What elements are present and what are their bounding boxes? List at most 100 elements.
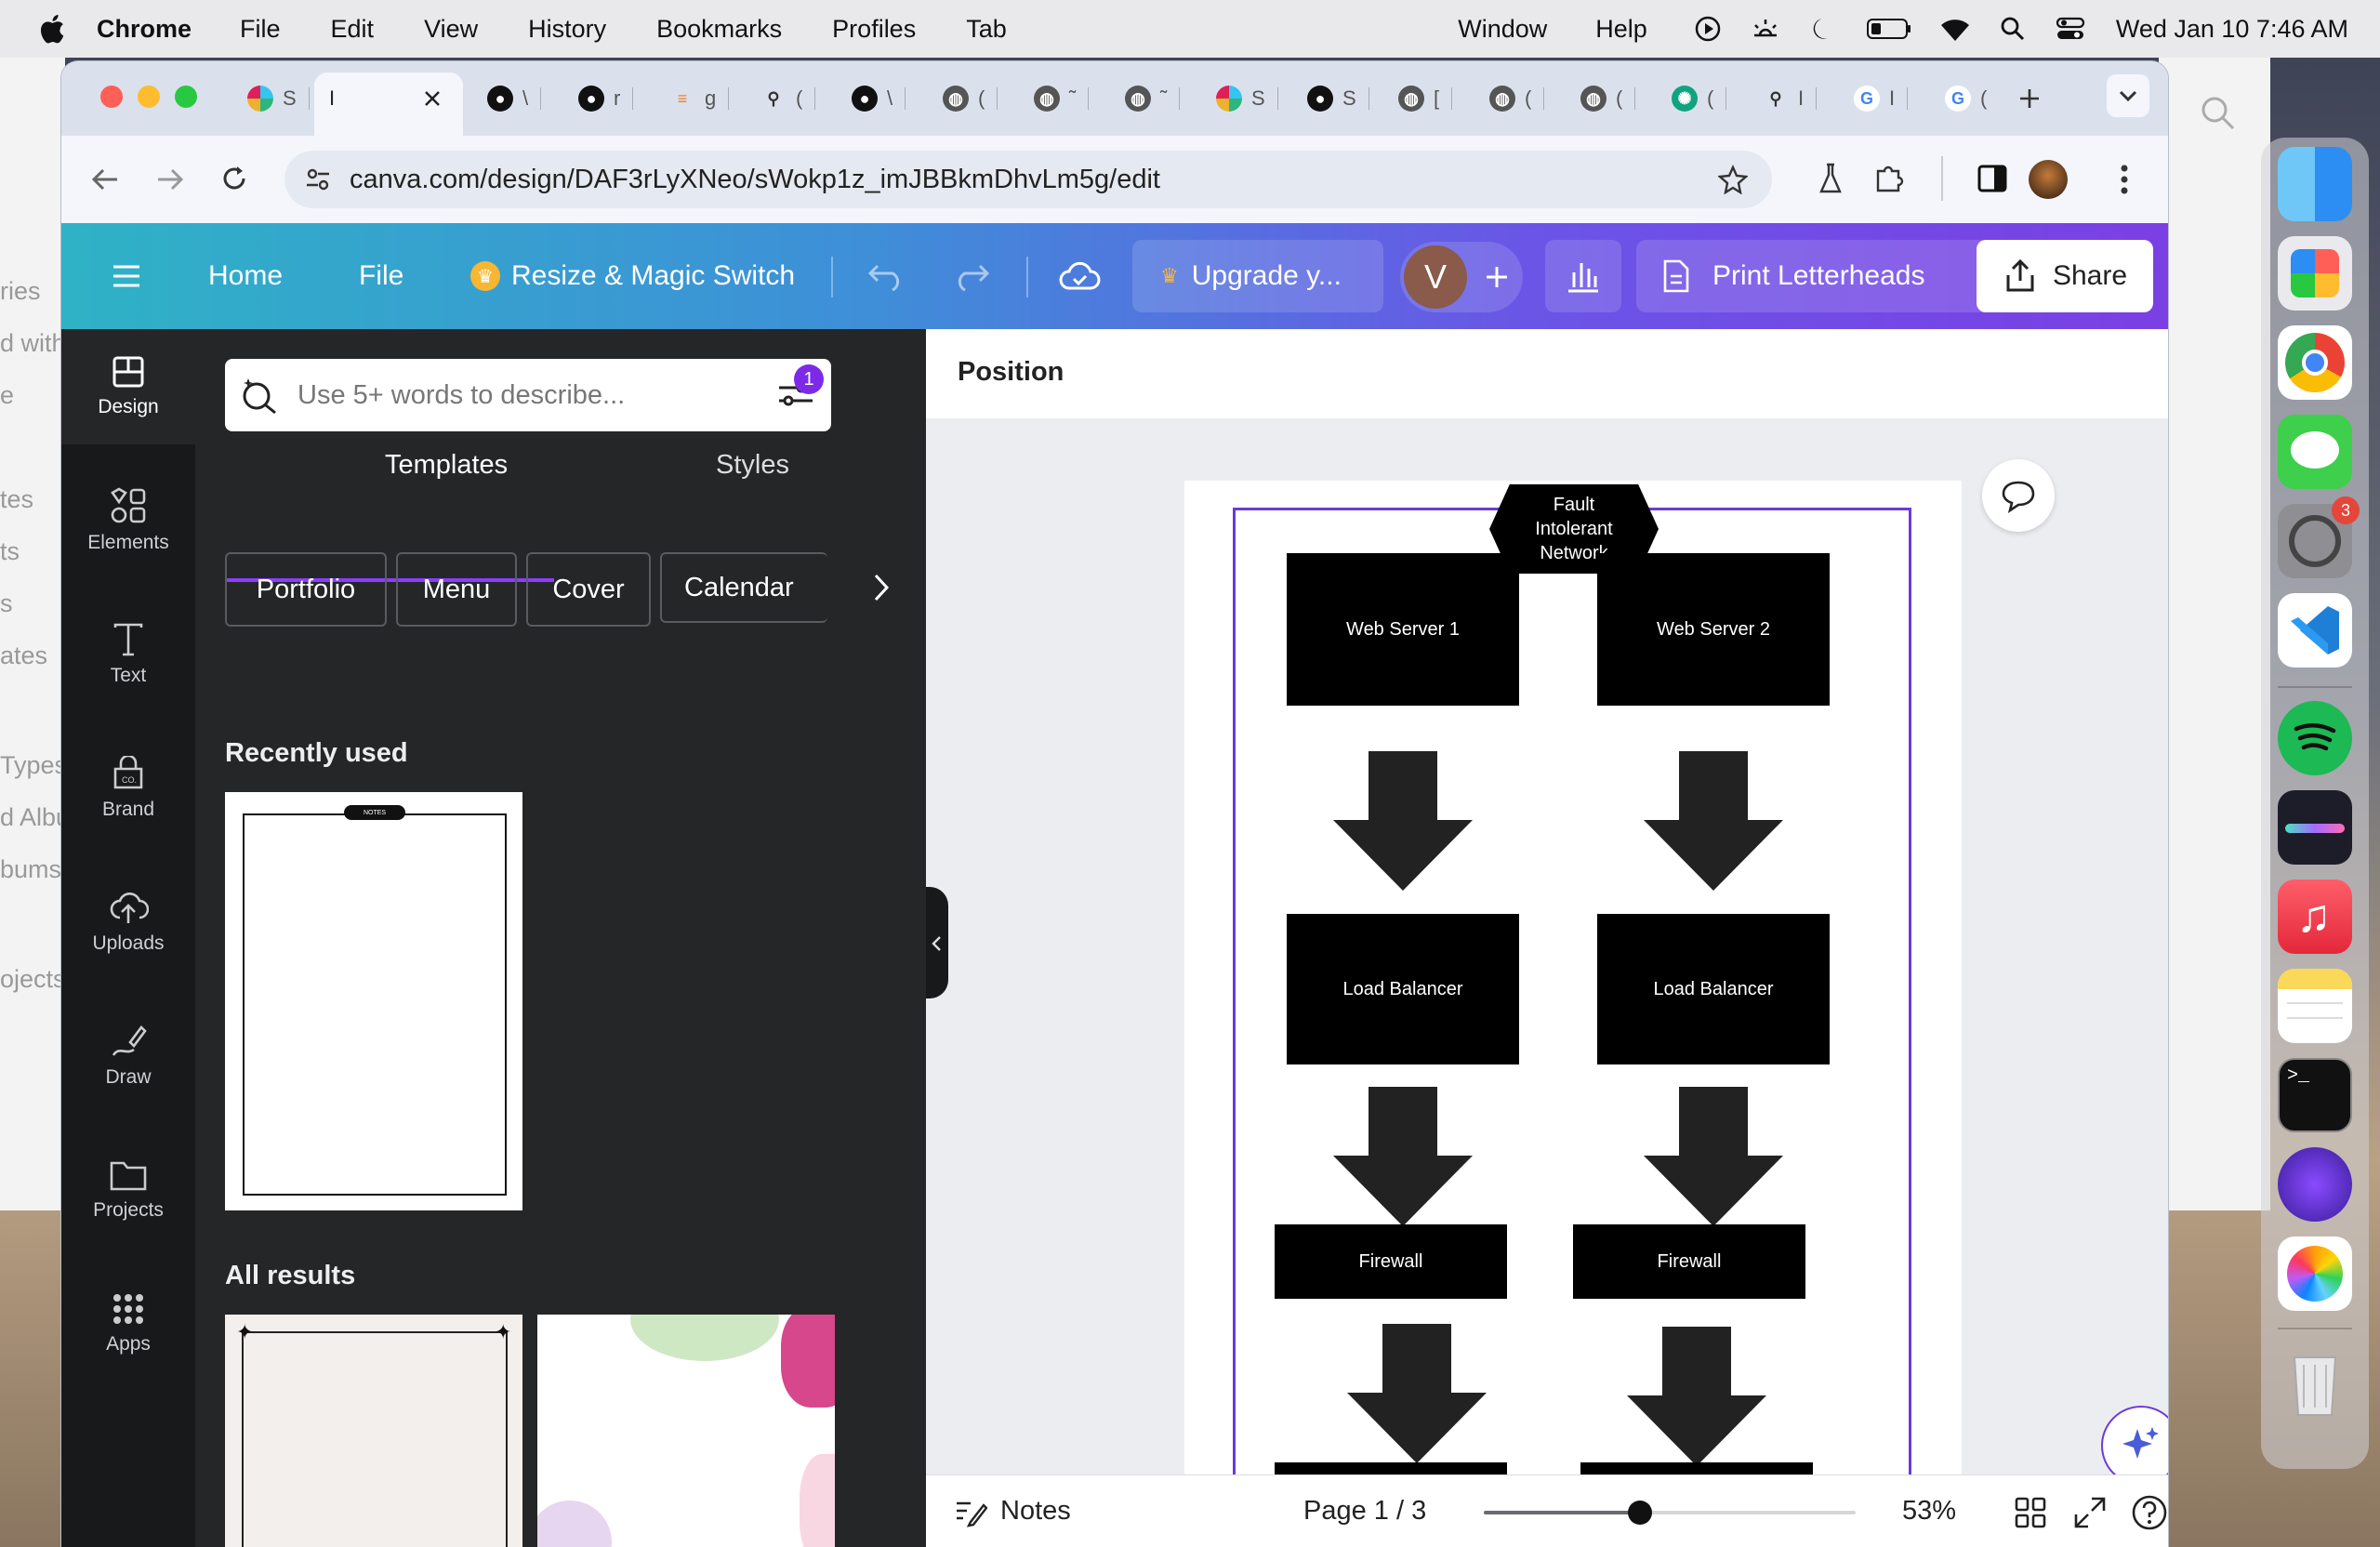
tab-globe[interactable]: ◍ ˜ xyxy=(1125,76,1181,121)
tab-templates[interactable]: Templates xyxy=(385,450,508,481)
redo-button[interactable] xyxy=(952,223,991,329)
menu-view[interactable]: View xyxy=(424,15,478,44)
tab-search-button[interactable] xyxy=(2107,74,2149,117)
url-text[interactable]: canva.com/design/DAF3rLyXNeo/sWokp1z_imJ… xyxy=(350,165,1160,195)
menu-file[interactable]: File xyxy=(240,15,281,44)
notes-button[interactable]: Notes xyxy=(1000,1496,1071,1527)
resize-magic-switch-button[interactable]: ♛ Resize & Magic Switch xyxy=(470,223,795,329)
close-icon[interactable] xyxy=(422,88,443,109)
share-button[interactable]: Share xyxy=(1977,240,2153,312)
spotlight-search-icon[interactable] xyxy=(1997,15,2029,43)
tab-github[interactable]: ● r xyxy=(578,76,634,121)
control-center-icon[interactable] xyxy=(2055,15,2086,43)
menu-window[interactable]: Window xyxy=(1458,15,1547,44)
hamburger-icon[interactable] xyxy=(112,263,141,289)
back-arrow-icon[interactable] xyxy=(89,165,121,193)
trash-icon[interactable] xyxy=(2278,1346,2352,1421)
tab-globe[interactable]: ◍[ xyxy=(1398,76,1453,121)
menu-profiles[interactable]: Profiles xyxy=(832,15,916,44)
bookmark-star-icon[interactable] xyxy=(1718,165,1748,194)
tab-slack[interactable]: S xyxy=(247,76,310,121)
cloud-save-status[interactable] xyxy=(1058,223,1101,329)
tab-search[interactable]: ⚲( xyxy=(760,76,816,121)
template-search-input[interactable]: Use 5+ words to describe... 1 xyxy=(225,359,831,431)
menu-help[interactable]: Help xyxy=(1595,15,1647,44)
result-thumbnail[interactable] xyxy=(537,1315,835,1547)
reload-icon[interactable] xyxy=(219,164,249,193)
web-server-2-box[interactable]: Web Server 2 xyxy=(1597,553,1830,706)
vscode-icon[interactable] xyxy=(2278,593,2352,668)
spotify-icon[interactable] xyxy=(2278,701,2352,775)
plus-icon[interactable] xyxy=(1484,264,1510,290)
rail-apps[interactable]: Apps xyxy=(61,1266,195,1382)
wave-app-icon[interactable] xyxy=(2278,790,2352,865)
firewall-2-box[interactable]: Firewall xyxy=(1573,1224,1805,1299)
tab-google[interactable]: G( xyxy=(1945,76,1987,121)
new-tab-button[interactable] xyxy=(2017,76,2042,121)
tab-slack[interactable]: S xyxy=(1216,76,1278,121)
url-bar[interactable]: canva.com/design/DAF3rLyXNeo/sWokp1z_imJ… xyxy=(284,151,1772,208)
bar-chart-icon[interactable] xyxy=(1565,259,1602,293)
user-avatar[interactable]: V xyxy=(1404,245,1467,309)
side-panel-icon[interactable] xyxy=(1977,164,2008,193)
moon-icon[interactable] xyxy=(1807,15,1839,43)
tab-github[interactable]: ● \ xyxy=(487,76,542,121)
forward-arrow-icon[interactable] xyxy=(154,165,186,193)
zoom-slider-thumb[interactable] xyxy=(1628,1501,1652,1525)
tab-globe[interactable]: ◍( xyxy=(1489,76,1545,121)
terminal-icon[interactable]: >_ xyxy=(2278,1058,2352,1132)
page-indicator[interactable]: Page 1 / 3 xyxy=(1303,1496,1426,1527)
firewall-1-box[interactable]: Firewall xyxy=(1275,1224,1507,1299)
wifi-icon[interactable] xyxy=(1939,15,1971,43)
cloud-check-icon[interactable] xyxy=(1058,260,1101,292)
chevron-right-icon[interactable] xyxy=(872,573,891,602)
menu-tab[interactable]: Tab xyxy=(966,15,1007,44)
notes-app-icon[interactable] xyxy=(2278,969,2352,1043)
plus-icon[interactable] xyxy=(2017,86,2042,111)
rail-uploads[interactable]: Uploads xyxy=(61,865,195,980)
photos-icon[interactable] xyxy=(2278,1236,2352,1311)
rail-projects[interactable]: Projects xyxy=(61,1132,195,1248)
tab-stackoverflow[interactable]: ≡ g xyxy=(669,76,730,121)
close-window-button[interactable] xyxy=(100,86,123,108)
tab-google[interactable]: GI xyxy=(1854,76,1909,121)
insights-button[interactable] xyxy=(1545,240,1621,312)
load-balancer-1-box[interactable]: Load Balancer xyxy=(1287,914,1519,1064)
tab-globe[interactable]: ◍( xyxy=(1580,76,1636,121)
chevron-left-icon[interactable] xyxy=(931,935,942,952)
menu-bookmarks[interactable]: Bookmarks xyxy=(656,15,782,44)
chrome-icon[interactable] xyxy=(2278,325,2352,400)
rail-draw[interactable]: Draw xyxy=(61,998,195,1114)
grid-view-icon[interactable] xyxy=(2014,1496,2047,1529)
upgrade-button[interactable]: ♛ Upgrade y... xyxy=(1132,240,1383,312)
finder-icon[interactable] xyxy=(2278,147,2352,221)
apple-icon[interactable] xyxy=(35,12,67,46)
down-arrow-icon[interactable] xyxy=(1644,751,1783,891)
zoom-percentage[interactable]: 53% xyxy=(1902,1496,1956,1527)
menu-app-name[interactable]: Chrome xyxy=(97,15,192,44)
close-tab-button[interactable] xyxy=(422,76,443,121)
launchpad-icon[interactable] xyxy=(2278,236,2352,311)
undo-button[interactable] xyxy=(866,223,906,329)
chip-cover[interactable]: Cover xyxy=(526,552,651,627)
rail-elements[interactable]: Elements xyxy=(61,463,195,578)
tab-styles[interactable]: Styles xyxy=(716,450,789,481)
print-letterheads-button[interactable]: Print Letterheads xyxy=(1636,240,2023,312)
collapse-panel-handle[interactable] xyxy=(926,887,948,998)
menu-edit[interactable]: Edit xyxy=(331,15,375,44)
tab-active-title[interactable]: I xyxy=(329,76,335,121)
rail-brand[interactable]: CO. Brand xyxy=(61,731,195,846)
design-page[interactable]: Fault Intolerant Network Web Server 1 We… xyxy=(1184,481,1962,1537)
minimize-window-button[interactable] xyxy=(138,86,160,108)
menubar-clock[interactable]: Wed Jan 10 7:46 AM xyxy=(2116,15,2348,44)
menu-history[interactable]: History xyxy=(528,15,606,44)
down-arrow-icon[interactable] xyxy=(1333,1087,1473,1226)
battery-icon[interactable] xyxy=(1865,15,1913,43)
chevron-down-icon[interactable] xyxy=(2118,89,2138,102)
notes-icon[interactable] xyxy=(954,1498,987,1527)
down-arrow-icon[interactable] xyxy=(1627,1327,1766,1466)
extension-flask-icon[interactable] xyxy=(1817,162,1844,197)
tab-search[interactable]: ⚲ I xyxy=(1763,76,1818,121)
system-settings-icon[interactable]: 3 xyxy=(2278,496,2360,578)
result-thumbnail[interactable]: ✦ ✦ xyxy=(225,1315,522,1547)
